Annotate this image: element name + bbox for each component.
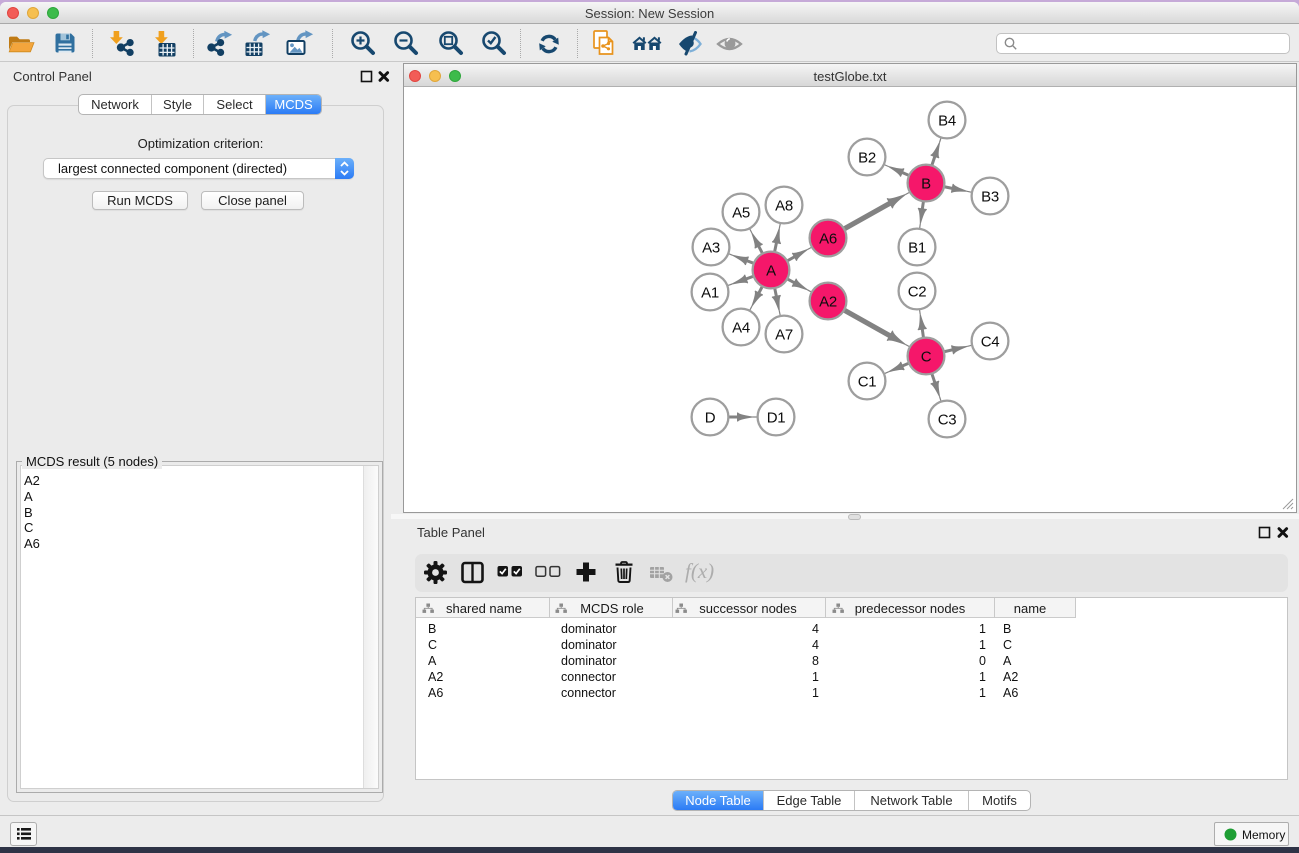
svg-text:A: A (766, 263, 776, 280)
svg-text:A3: A3 (702, 240, 720, 257)
svg-text:A4: A4 (732, 320, 750, 337)
svg-text:A7: A7 (775, 327, 793, 344)
svg-text:A8: A8 (775, 198, 793, 215)
svg-text:A1: A1 (701, 285, 719, 302)
svg-text:C2: C2 (908, 284, 927, 301)
svg-text:C1: C1 (858, 374, 877, 391)
svg-text:B3: B3 (981, 189, 999, 206)
svg-text:B2: B2 (858, 150, 876, 167)
svg-text:C: C (921, 349, 932, 366)
svg-text:D: D (705, 410, 716, 427)
svg-text:B: B (921, 176, 931, 193)
svg-text:A2: A2 (819, 294, 837, 311)
svg-text:C3: C3 (938, 412, 957, 429)
svg-text:B1: B1 (908, 240, 926, 257)
svg-text:A5: A5 (732, 205, 750, 222)
svg-text:A6: A6 (819, 231, 837, 248)
svg-text:C4: C4 (981, 334, 1000, 351)
svg-text:B4: B4 (938, 113, 956, 130)
svg-text:D1: D1 (767, 410, 786, 427)
